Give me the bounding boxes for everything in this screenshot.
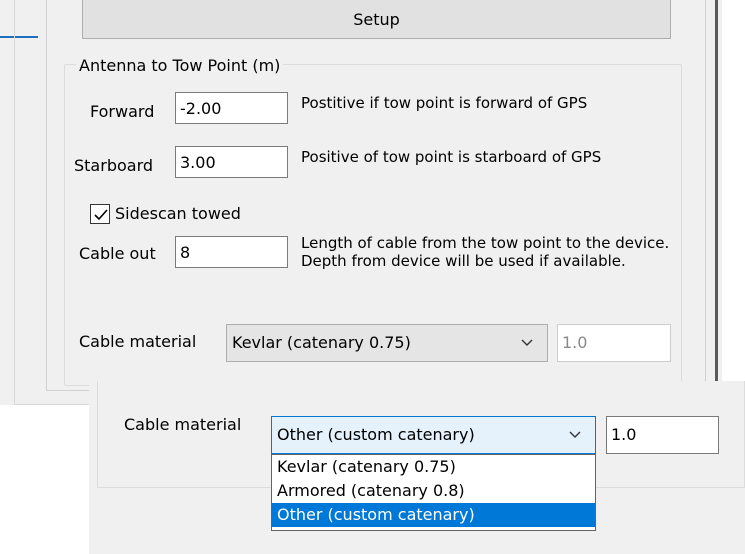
setup-button[interactable]: Setup (82, 0, 671, 39)
option-other-custom[interactable]: Other (custom catenary) (272, 503, 595, 527)
checkmark-icon (94, 209, 108, 221)
popup-catenary-value-input[interactable]: 1.0 (606, 416, 719, 454)
frame-divider (705, 0, 706, 391)
frame-divider (46, 0, 47, 390)
popup-cable-material-selected: Other (custom catenary) (277, 425, 475, 444)
accent-line (0, 36, 38, 38)
setup-button-label: Setup (353, 9, 400, 29)
popup-cable-material-dropdown[interactable]: Other (custom catenary) (271, 416, 596, 454)
forward-label: Forward (90, 102, 155, 121)
cable-material-label: Cable material (79, 332, 197, 351)
window-edge (715, 0, 718, 388)
forward-help: Postitive if tow point is forward of GPS (301, 94, 588, 112)
chevron-down-icon (521, 339, 533, 346)
forward-input[interactable]: -2.00 (175, 92, 288, 124)
cable-material-dropdown[interactable]: Kevlar (catenary 0.75) (226, 324, 548, 362)
cable-material-options-list: Kevlar (catenary 0.75) Armored (catenary… (271, 454, 596, 531)
option-kevlar[interactable]: Kevlar (catenary 0.75) (272, 455, 595, 479)
cable-out-label: Cable out (79, 244, 156, 263)
cable-out-input[interactable]: 8 (175, 236, 288, 268)
option-armored[interactable]: Armored (catenary 0.8) (272, 479, 595, 503)
popup-cable-material-label: Cable material (124, 415, 242, 434)
group-title: Antenna to Tow Point (m) (76, 57, 284, 75)
starboard-label: Starboard (74, 156, 154, 175)
frame-divider (14, 0, 15, 404)
sidescan-towed-label: Sidescan towed (115, 204, 241, 223)
sidescan-towed-checkbox[interactable] (90, 204, 110, 224)
starboard-help: Positive of tow point is starboard of GP… (301, 148, 602, 166)
chevron-down-icon (569, 431, 581, 438)
catenary-value-input[interactable]: 1.0 (557, 324, 671, 362)
cable-material-selected: Kevlar (catenary 0.75) (232, 333, 411, 352)
starboard-input[interactable]: 3.00 (175, 146, 288, 178)
cable-out-help: Length of cable from the tow point to th… (301, 234, 670, 270)
